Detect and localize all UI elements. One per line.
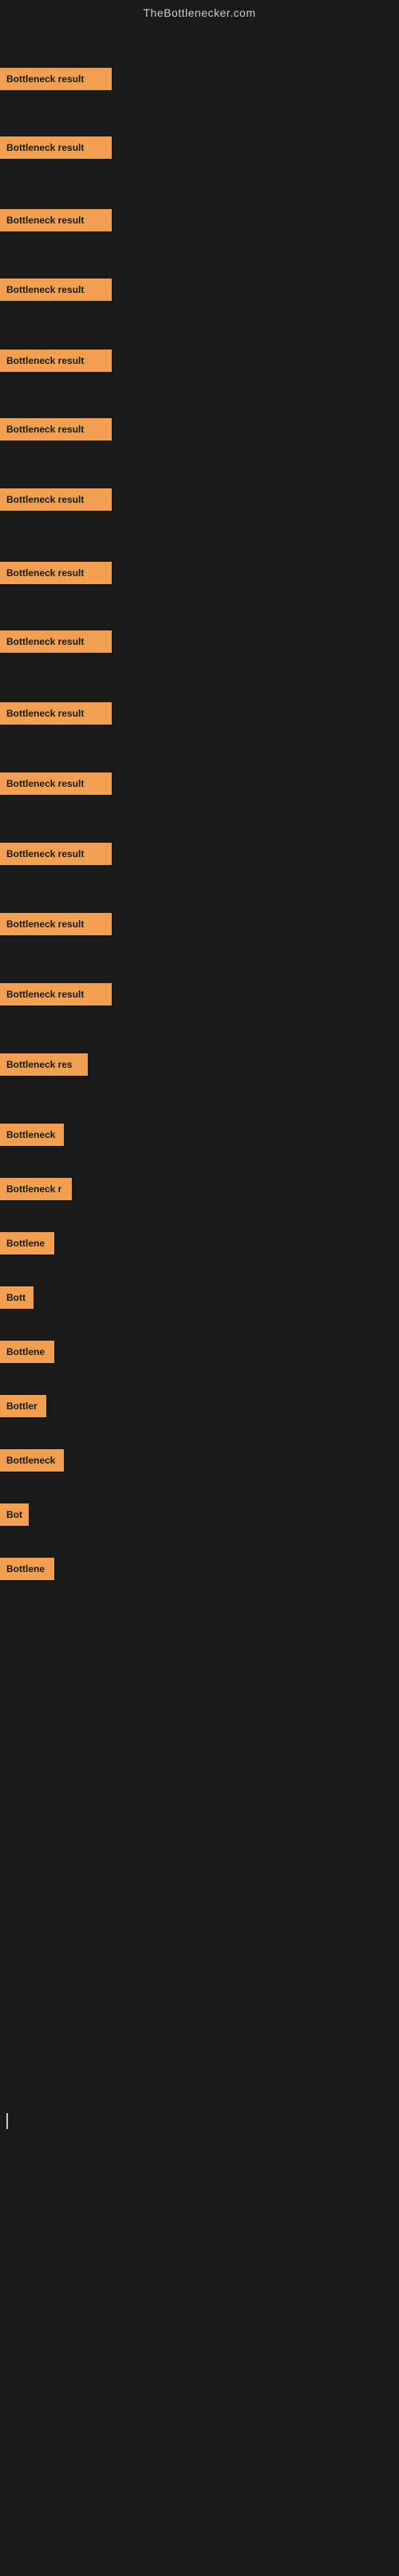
- bottleneck-result-item[interactable]: Bottleneck result: [0, 418, 112, 441]
- bottleneck-result-item[interactable]: Bottleneck result: [0, 68, 112, 90]
- bottleneck-result-item[interactable]: Bottleneck r: [0, 1178, 72, 1200]
- bottleneck-result-item[interactable]: Bottleneck result: [0, 209, 112, 231]
- bottleneck-result-item[interactable]: Bottleneck: [0, 1124, 64, 1146]
- bottleneck-result-item[interactable]: Bottleneck result: [0, 136, 112, 159]
- bottleneck-result-item[interactable]: Bottleneck result: [0, 350, 112, 372]
- bottleneck-result-item[interactable]: Bottlene: [0, 1232, 54, 1254]
- bottleneck-result-item[interactable]: Bott: [0, 1286, 34, 1309]
- bottleneck-result-item[interactable]: Bottleneck result: [0, 702, 112, 725]
- bottleneck-result-item[interactable]: Bottleneck result: [0, 913, 112, 935]
- bottleneck-result-item[interactable]: Bottleneck result: [0, 983, 112, 1006]
- bottleneck-result-item[interactable]: Bot: [0, 1503, 29, 1526]
- bottleneck-result-item[interactable]: Bottleneck result: [0, 562, 112, 584]
- bottleneck-result-item[interactable]: Bottleneck result: [0, 772, 112, 795]
- cursor-indicator: [6, 2113, 8, 2129]
- bottleneck-result-item[interactable]: Bottleneck: [0, 1449, 64, 1472]
- site-title: TheBottlenecker.com: [0, 0, 399, 22]
- bottleneck-result-item[interactable]: Bottler: [0, 1395, 46, 1417]
- bottleneck-result-item[interactable]: Bottleneck res: [0, 1053, 88, 1076]
- bottleneck-result-item[interactable]: Bottleneck result: [0, 630, 112, 653]
- bottleneck-result-item[interactable]: Bottleneck result: [0, 279, 112, 301]
- bottleneck-result-item[interactable]: Bottleneck result: [0, 488, 112, 511]
- bottleneck-result-item[interactable]: Bottleneck result: [0, 843, 112, 865]
- bottleneck-result-item[interactable]: Bottlene: [0, 1341, 54, 1363]
- bottleneck-result-item[interactable]: Bottlene: [0, 1558, 54, 1580]
